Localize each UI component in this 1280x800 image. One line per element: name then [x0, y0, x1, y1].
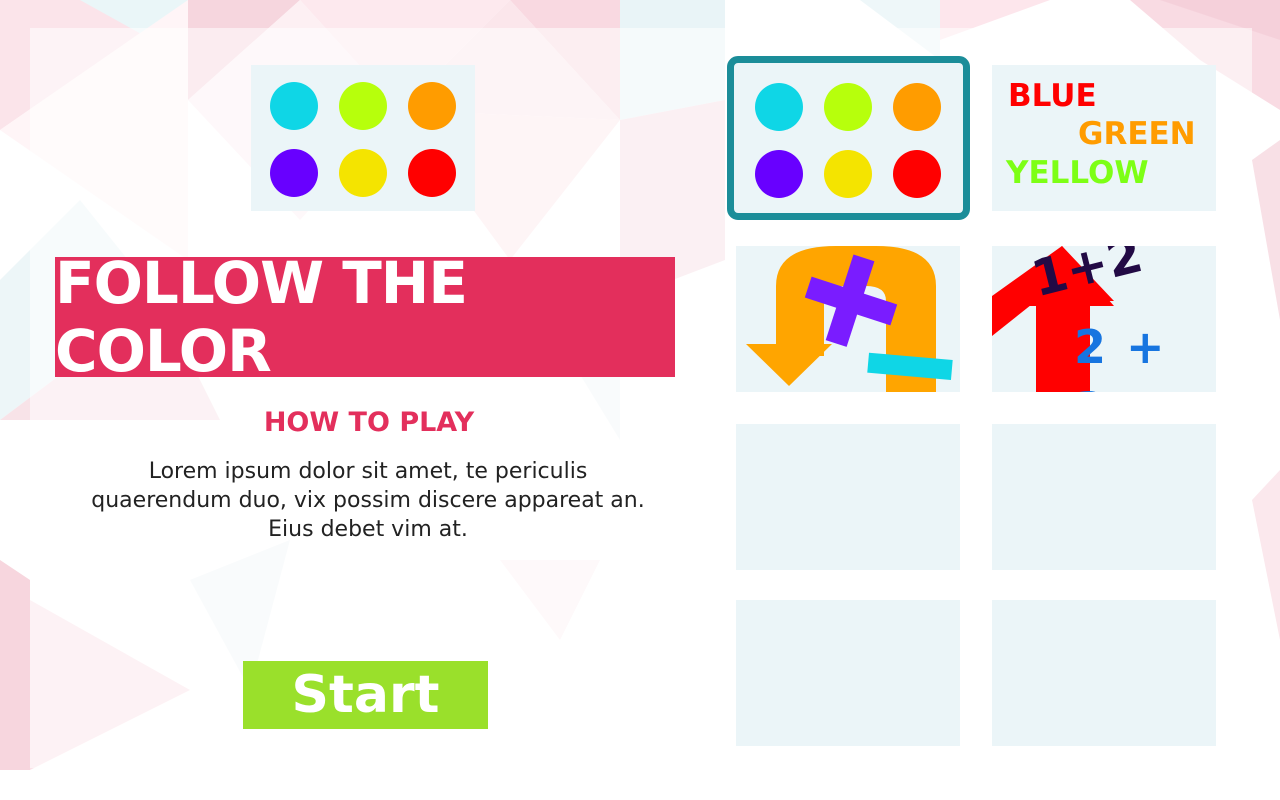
expression-two-plus-a: 2 + a [1074, 320, 1167, 392]
how-to-play-instructions: Lorem ipsum dolor sit amet, te periculis… [91, 459, 645, 542]
level-tile-color-dots[interactable] [727, 56, 970, 220]
palette-dot-lime [339, 82, 387, 130]
tile-dot-lime [824, 83, 872, 131]
tile-dot-purple [755, 150, 803, 198]
tile-dot-cyan [755, 83, 803, 131]
level-tile-empty[interactable] [992, 424, 1216, 570]
selected-tile-highlight [727, 56, 970, 220]
color-word-yellow: YELLOW [1006, 155, 1149, 191]
start-button[interactable]: Start [243, 661, 488, 729]
level-tile-color-words[interactable]: BLUE GREEN YELLOW [992, 65, 1216, 211]
palette-dot-red [408, 149, 456, 197]
level-tile-empty[interactable] [992, 600, 1216, 746]
u-turn-arrow-plus-minus-icon [746, 246, 953, 392]
palette-dot-cyan [270, 82, 318, 130]
tile-dot-orange [893, 83, 941, 131]
level-tile-empty[interactable] [736, 600, 960, 746]
tile-dot-yellow [824, 150, 872, 198]
palette-dot-purple [270, 149, 318, 197]
color-palette-preview [251, 65, 475, 211]
palette-dot-yellow [339, 149, 387, 197]
color-word-blue: BLUE [1008, 78, 1097, 114]
level-tile-math-arrow[interactable] [736, 246, 960, 392]
how-to-play-heading: HOW TO PLAY [263, 407, 475, 438]
color-word-green: GREEN [1078, 116, 1196, 152]
palette-dot-orange [408, 82, 456, 130]
tile-dot-red [893, 150, 941, 198]
game-title-banner: FOLLOW THE COLOR [55, 249, 675, 385]
level-tile-math-expressions[interactable]: 1+2 2 + a [992, 246, 1216, 392]
level-tile-empty[interactable] [736, 424, 960, 570]
